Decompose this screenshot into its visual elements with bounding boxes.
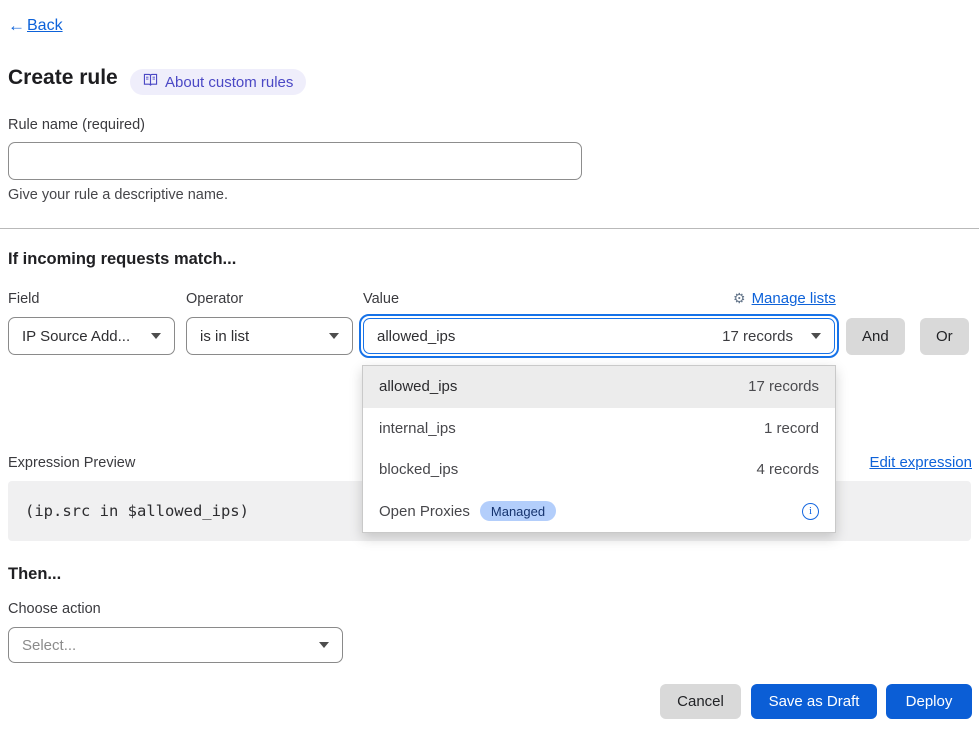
then-section-heading: Then... — [8, 565, 61, 584]
field-select[interactable]: IP Source Add... — [8, 317, 175, 355]
list-item-record-count: 17 records — [748, 378, 819, 395]
choose-action-label: Choose action — [8, 601, 101, 617]
book-icon — [143, 73, 158, 91]
deploy-button[interactable]: Deploy — [886, 684, 972, 719]
value-dropdown-menu: allowed_ips 17 records internal_ips 1 re… — [362, 365, 836, 533]
operator-select-value: is in list — [200, 328, 249, 345]
value-select[interactable]: allowed_ips 17 records — [363, 318, 835, 354]
field-select-value: IP Source Add... — [22, 328, 130, 345]
back-link[interactable]: ←Back — [8, 16, 63, 36]
match-section-heading: If incoming requests match... — [8, 250, 236, 269]
action-select[interactable]: Select... — [8, 627, 343, 663]
list-item-record-count: 1 record — [764, 420, 819, 437]
list-item-blocked-ips[interactable]: blocked_ips 4 records — [363, 449, 835, 491]
list-item-name: Open Proxies — [379, 503, 470, 520]
save-as-draft-button[interactable]: Save as Draft — [751, 684, 877, 719]
value-select-selected: allowed_ips — [377, 328, 722, 345]
value-label: Value — [363, 291, 399, 307]
field-label: Field — [8, 291, 39, 307]
manage-lists-label[interactable]: Manage lists — [752, 290, 836, 307]
page-title: Create rule — [8, 66, 118, 90]
edit-expression-link[interactable]: Edit expression — [869, 454, 972, 471]
back-arrow-icon: ← — [8, 16, 25, 36]
and-button[interactable]: And — [846, 318, 905, 355]
manage-lists-link[interactable]: ⚙ Manage lists — [733, 290, 836, 307]
rule-name-help-text: Give your rule a descriptive name. — [8, 187, 228, 203]
list-item-open-proxies[interactable]: Open Proxies Managed i — [363, 491, 835, 533]
list-item-internal-ips[interactable]: internal_ips 1 record — [363, 408, 835, 450]
info-icon[interactable]: i — [802, 503, 819, 520]
operator-label: Operator — [186, 291, 243, 307]
list-item-name: allowed_ips — [379, 378, 457, 395]
list-item-name: blocked_ips — [379, 461, 458, 478]
create-rule-page: ←Back Create rule About custom rules Rul… — [0, 0, 979, 739]
list-item-name: internal_ips — [379, 420, 456, 437]
operator-select[interactable]: is in list — [186, 317, 353, 355]
chevron-down-icon — [319, 642, 329, 648]
managed-badge: Managed — [480, 501, 556, 521]
section-divider — [0, 228, 979, 229]
chevron-down-icon — [329, 333, 339, 339]
chevron-down-icon — [151, 333, 161, 339]
chevron-down-icon — [811, 333, 821, 339]
expression-code: (ip.src in $allowed_ips) — [25, 502, 249, 520]
cancel-button[interactable]: Cancel — [660, 684, 741, 719]
action-select-placeholder: Select... — [22, 637, 76, 654]
rule-name-label: Rule name (required) — [8, 117, 145, 133]
gear-icon: ⚙ — [733, 290, 746, 307]
back-link-label[interactable]: Back — [27, 17, 63, 35]
value-select-focus-ring: allowed_ips 17 records — [359, 314, 839, 358]
rule-name-input[interactable] — [8, 142, 582, 180]
value-select-records-count: 17 records — [722, 328, 793, 345]
or-button[interactable]: Or — [920, 318, 969, 355]
about-custom-rules-link[interactable]: About custom rules — [130, 69, 306, 95]
about-custom-rules-label: About custom rules — [165, 74, 293, 91]
list-item-record-count: 4 records — [756, 461, 819, 478]
list-item-allowed-ips[interactable]: allowed_ips 17 records — [363, 366, 835, 408]
expression-preview-label: Expression Preview — [8, 455, 135, 471]
